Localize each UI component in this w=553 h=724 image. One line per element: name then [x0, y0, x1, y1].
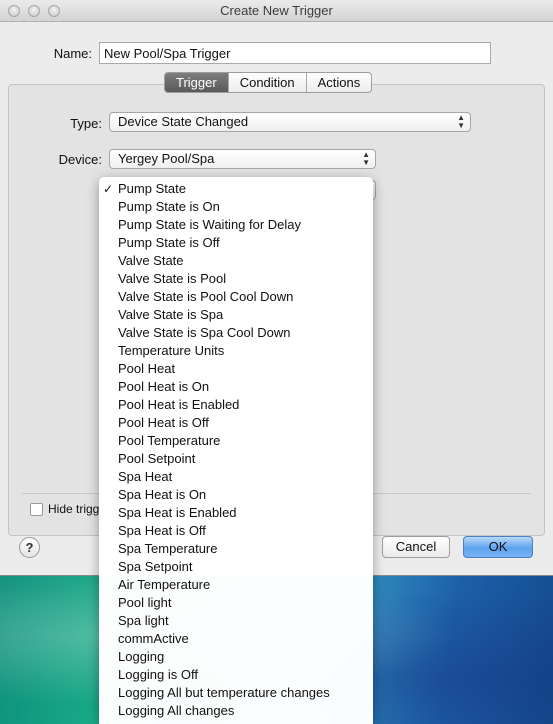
- menu-item[interactable]: Spa Temperature: [99, 540, 373, 558]
- menu-item[interactable]: Valve State is Pool Cool Down: [99, 288, 373, 306]
- menu-item[interactable]: Pool Temperature: [99, 432, 373, 450]
- menu-item-label: Valve State is Spa: [118, 307, 224, 322]
- device-label: Device:: [58, 152, 102, 167]
- hide-trigger-label: Hide trigg: [48, 502, 100, 516]
- menu-item-label: commActive: [118, 631, 189, 646]
- type-popup[interactable]: Device State Changed ▲ ▼: [109, 112, 471, 132]
- menu-item-label: Pool Heat is On: [118, 379, 210, 394]
- menu-item-label: Spa Heat is Off: [118, 523, 206, 538]
- menu-item[interactable]: Spa Setpoint: [99, 558, 373, 576]
- menu-item-label: Logging All changes: [118, 703, 235, 718]
- menu-item[interactable]: Pool Heat: [99, 360, 373, 378]
- checkmark-icon: ✓: [103, 182, 114, 196]
- menu-item[interactable]: Spa Heat is Off: [99, 522, 373, 540]
- menu-item-label: Air Temperature: [118, 577, 211, 592]
- title-bar: Create New Trigger: [0, 0, 553, 22]
- menu-item[interactable]: Pool Heat is Enabled: [99, 396, 373, 414]
- menu-item-label: Pump State is Off: [118, 235, 220, 250]
- menu-item-label: Pool Setpoint: [118, 451, 196, 466]
- menu-item[interactable]: Spa light: [99, 612, 373, 630]
- menu-item-label: Spa Heat is On: [118, 487, 207, 502]
- window-title: Create New Trigger: [220, 3, 333, 18]
- menu-item[interactable]: Spa Heat is Enabled: [99, 504, 373, 522]
- menu-item-label: Spa Temperature: [118, 541, 218, 556]
- updown-arrows-icon: ▲ ▼: [457, 113, 465, 130]
- menu-item[interactable]: Pump State is Off: [99, 234, 373, 252]
- menu-item-label: Logging: [118, 649, 165, 664]
- menu-item-label: Valve State is Spa Cool Down: [118, 325, 291, 340]
- menu-item[interactable]: Spa Heat is On: [99, 486, 373, 504]
- tab-trigger[interactable]: Trigger: [165, 73, 229, 92]
- menu-item[interactable]: Logging is Off: [99, 666, 373, 684]
- menu-item-label: Pump State is On: [118, 199, 220, 214]
- menu-item-label: Logging is Off: [118, 667, 198, 682]
- tab-condition[interactable]: Condition: [229, 73, 307, 92]
- menu-item-label: Valve State is Pool Cool Down: [118, 289, 294, 304]
- menu-item[interactable]: Pool Heat is Off: [99, 414, 373, 432]
- hide-trigger-checkbox[interactable]: [30, 503, 43, 516]
- menu-item[interactable]: Valve State: [99, 252, 373, 270]
- device-popup[interactable]: Yergey Pool/Spa ▲ ▼: [109, 149, 376, 169]
- menu-item[interactable]: Air Temperature: [99, 576, 373, 594]
- menu-item-label: Spa Heat is Enabled: [118, 505, 237, 520]
- menu-item-label: Spa Heat: [118, 469, 173, 484]
- menu-item[interactable]: ✓ Pump State: [99, 180, 373, 198]
- menu-item-label: Pool Heat is Enabled: [118, 397, 240, 412]
- updown-arrows-icon: ▲ ▼: [362, 150, 370, 167]
- menu-item-label: Pump State is Waiting for Delay: [118, 217, 302, 232]
- menu-item-label: Pool Heat is Off: [118, 415, 209, 430]
- menu-item[interactable]: Logging All changes: [99, 702, 373, 720]
- menu-item[interactable]: Logging: [99, 648, 373, 666]
- menu-item-label: Spa Setpoint: [118, 559, 193, 574]
- menu-item[interactable]: Valve State is Spa: [99, 306, 373, 324]
- type-label: Type:: [70, 116, 102, 131]
- close-window-icon[interactable]: [8, 5, 20, 17]
- menu-item[interactable]: Temperature Units: [99, 342, 373, 360]
- menu-item[interactable]: Pool light: [99, 594, 373, 612]
- type-value: Device State Changed: [118, 114, 249, 129]
- menu-item[interactable]: commActive: [99, 630, 373, 648]
- menu-item[interactable]: Logging All but temperature changes: [99, 684, 373, 702]
- menu-item-label: Pool Heat: [118, 361, 176, 376]
- device-value: Yergey Pool/Spa: [118, 151, 215, 166]
- menu-item[interactable]: Valve State is Pool: [99, 270, 373, 288]
- menu-item[interactable]: Pump State is On: [99, 198, 373, 216]
- menu-item[interactable]: Spa Heat: [99, 468, 373, 486]
- menu-item-label: Temperature Units: [118, 343, 225, 358]
- minimize-window-icon[interactable]: [28, 5, 40, 17]
- menu-item-label: Valve State: [118, 253, 184, 268]
- name-label: Name:: [53, 46, 92, 61]
- cancel-button[interactable]: Cancel: [382, 536, 450, 558]
- menu-item-label: Logging All but temperature changes: [118, 685, 330, 700]
- zoom-window-icon[interactable]: [48, 5, 60, 17]
- menu-item-label: Pool light: [118, 595, 172, 610]
- tab-bar: Trigger Condition Actions: [164, 72, 373, 93]
- menu-item[interactable]: Pump State is Waiting for Delay: [99, 216, 373, 234]
- menu-item-label: Pool Temperature: [118, 433, 221, 448]
- menu-item-label: Valve State is Pool: [118, 271, 227, 286]
- name-field[interactable]: [99, 42, 491, 64]
- menu-item-label: Spa light: [118, 613, 169, 628]
- menu-item[interactable]: Valve State is Spa Cool Down: [99, 324, 373, 342]
- menu-item[interactable]: Pool Heat is On: [99, 378, 373, 396]
- tab-actions[interactable]: Actions: [307, 73, 372, 92]
- menu-item-label: Pump State: [118, 181, 186, 196]
- menu-item[interactable]: Pool Setpoint: [99, 450, 373, 468]
- help-button[interactable]: ?: [19, 537, 40, 558]
- state-popup-menu: ✓ Pump State Pump State is On Pump State is…: [99, 177, 373, 724]
- ok-button[interactable]: OK: [463, 536, 533, 558]
